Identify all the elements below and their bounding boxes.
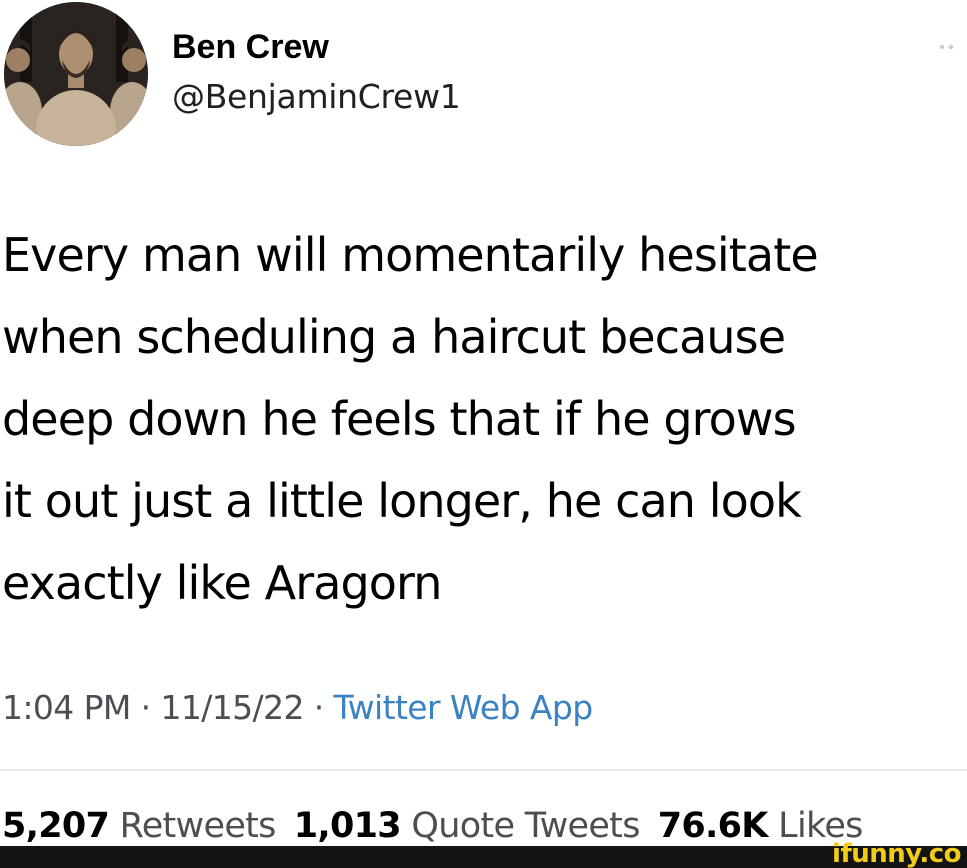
tweet-time[interactable]: 1:04 PM [2,688,131,727]
more-horizontal-icon[interactable] [932,36,962,56]
meta-separator: · [130,688,161,727]
retweets-label: Retweets [119,806,277,846]
tweet-source-link[interactable]: Twitter Web App [334,688,594,727]
tweet-stats: 5,207 Retweets 1,013 Quote Tweets 76.6K Li… [2,802,863,850]
display-name[interactable]: Ben Crew [172,27,329,67]
user-handle[interactable]: @BenjaminCrew1 [172,77,461,117]
quotes-label: Quote Tweets [411,806,640,846]
watermark-logo: ifunny.co [832,839,961,868]
tweet-text: Every man will momentarily hesitate when… [2,228,819,610]
avatar[interactable] [4,2,148,146]
meta-separator-2: · [303,688,334,727]
tweet-date[interactable]: 11/15/22 [160,688,304,727]
divider [0,769,967,771]
quote-tweets-stat[interactable]: 1,013 Quote Tweets [293,806,641,846]
footer-bar [0,846,967,868]
profile-photo [4,2,148,146]
tweet-meta: 1:04 PM · 11/15/22 · Twitter Web App [2,686,593,730]
quotes-count: 1,013 [293,806,402,846]
retweets-stat[interactable]: 5,207 Retweets [2,806,276,846]
retweets-count: 5,207 [2,806,110,846]
likes-count: 76.6K [657,806,769,846]
